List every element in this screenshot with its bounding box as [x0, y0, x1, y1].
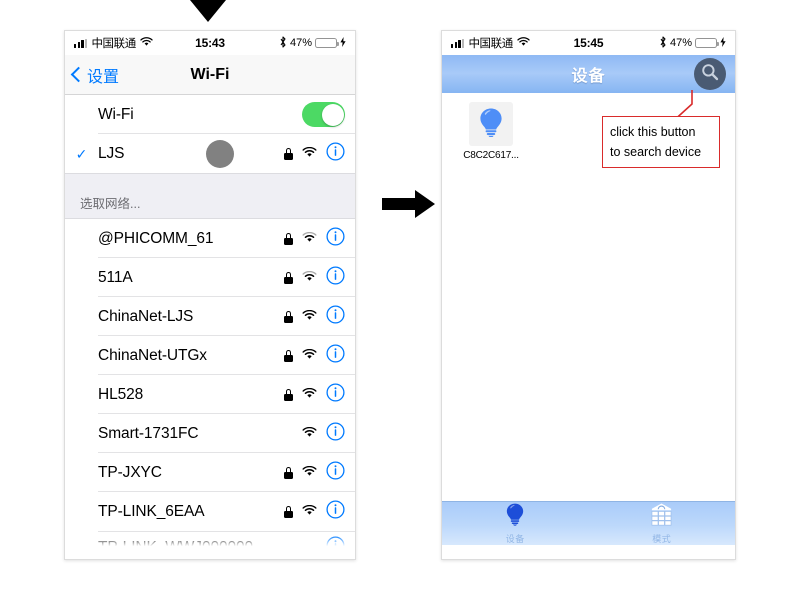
device-tile[interactable]: C8C2C617...: [460, 102, 522, 161]
lock-icon: [284, 271, 293, 284]
wifi-toggle-switch[interactable]: [302, 102, 345, 127]
section-header: 选取网络...: [65, 173, 355, 219]
network-name: Smart-1731FC: [98, 424, 199, 442]
lightbulb-icon: [505, 502, 525, 531]
connected-network-icons: [284, 141, 345, 166]
wifi-signal-icon: [302, 347, 317, 365]
info-icon[interactable]: [326, 460, 345, 485]
network-list: @PHICOMM_61 511A ChinaNet-LJS ChinaNet-U…: [65, 219, 355, 548]
phone-left-wifi-settings: 中国联通 15:43 47% 设置 Wi-Fi Wi-Fi ✓ LJS 选取网络…: [64, 30, 356, 560]
connected-network-row[interactable]: ✓ LJS: [65, 134, 355, 173]
callout-annotation: click this button to search device: [602, 116, 720, 168]
wifi-signal-icon: [302, 269, 317, 287]
battery-percent-label: 47%: [669, 37, 692, 49]
tab-modes[interactable]: 模式: [589, 501, 736, 545]
network-name: ChinaNet-LJS: [98, 307, 194, 325]
wifi-signal-icon: [302, 503, 317, 521]
table-row[interactable]: ChinaNet-LJS: [65, 297, 355, 336]
network-name: HL528: [98, 385, 144, 403]
callout-line-2: to search device: [610, 145, 702, 159]
wifi-toggle-row[interactable]: Wi-Fi: [65, 95, 355, 134]
search-icon: [700, 62, 720, 87]
wifi-signal-icon: [302, 308, 317, 326]
phone-right-device-app: 中国联通 15:45 47% 设备 C8C2C617... 设备 模式: [441, 30, 736, 560]
connected-network-label: LJS: [98, 144, 125, 162]
table-row[interactable]: HL528: [65, 375, 355, 414]
network-name: ChinaNet-UTGx: [98, 346, 207, 364]
status-bar-left: 中国联通 15:43 47%: [65, 31, 355, 55]
lightning-bolt-icon: [340, 36, 346, 50]
tab-devices[interactable]: 设备: [442, 501, 589, 545]
lightbulb-icon: [478, 107, 504, 142]
wifi-signal-icon: [302, 425, 317, 443]
wifi-signal-icon: [302, 386, 317, 404]
table-row[interactable]: TP-JXYC: [65, 453, 355, 492]
info-icon[interactable]: [326, 343, 345, 368]
nav-bar-left: 设置 Wi-Fi: [65, 55, 355, 95]
lock-icon: [284, 388, 293, 401]
network-name: TP-JXYC: [98, 463, 162, 481]
status-bar-right-group: 47%: [279, 35, 346, 51]
network-name: @PHICOMM_61: [98, 229, 214, 247]
app-page-title: 设备: [571, 68, 606, 85]
redaction-dot: [206, 139, 235, 168]
back-button-label: 设置: [87, 68, 120, 86]
info-icon[interactable]: [326, 421, 345, 446]
arrow-down-icon: [190, 0, 226, 22]
lock-icon: [284, 232, 293, 245]
info-icon[interactable]: [326, 499, 345, 524]
network-name: TP-LINK_WWJ000000: [98, 538, 254, 549]
wifi-signal-icon: [302, 464, 317, 482]
info-icon[interactable]: [326, 226, 345, 251]
wifi-signal-icon: [302, 230, 317, 248]
info-icon[interactable]: [326, 304, 345, 329]
lock-icon: [284, 505, 293, 518]
wifi-signal-icon: [302, 145, 317, 163]
wifi-toggle-group: Wi-Fi ✓ LJS: [65, 95, 355, 173]
grid-house-icon: [650, 502, 673, 531]
wifi-toggle-label: Wi-Fi: [98, 105, 134, 123]
nav-bar-right: 设备: [442, 55, 735, 93]
lock-icon: [284, 147, 294, 160]
tab-label: 模式: [652, 533, 672, 544]
tab-label: 设备: [505, 533, 525, 544]
back-button[interactable]: 设置: [70, 63, 120, 87]
info-icon[interactable]: [326, 141, 345, 166]
lock-icon: [284, 466, 293, 479]
screenshot-root: 中国联通 15:43 47% 设置 Wi-Fi Wi-Fi ✓ LJS 选取网络…: [0, 0, 804, 609]
checkmark-icon: ✓: [75, 145, 88, 162]
status-bar-right: 中国联通 15:45 47%: [442, 31, 735, 55]
lightning-bolt-icon: [720, 36, 726, 50]
network-name: TP-LINK_6EAA: [98, 502, 205, 520]
info-icon[interactable]: [326, 382, 345, 407]
arrow-right-icon: [382, 189, 436, 219]
chevron-left-icon: [70, 66, 87, 83]
battery-icon: [695, 37, 719, 49]
table-row[interactable]: TP-LINK_6EAA: [65, 492, 355, 531]
info-icon[interactable]: [326, 265, 345, 290]
lock-icon: [284, 349, 293, 362]
table-row-partial[interactable]: TP-LINK_WWJ000000: [65, 531, 355, 548]
bluetooth-icon: [659, 35, 667, 51]
table-row[interactable]: Smart-1731FC: [65, 414, 355, 453]
device-icon-box: [469, 102, 513, 146]
battery-icon: [315, 37, 339, 49]
table-row[interactable]: 511A: [65, 258, 355, 297]
info-icon[interactable]: [326, 535, 345, 548]
callout-line-1: click this button: [610, 125, 696, 139]
battery-percent-label: 47%: [289, 37, 312, 49]
device-name-label: C8C2C617...: [463, 150, 519, 161]
table-row[interactable]: ChinaNet-UTGx: [65, 336, 355, 375]
status-bar-right-group: 47%: [659, 35, 726, 51]
search-device-button[interactable]: [694, 58, 726, 90]
bluetooth-icon: [279, 35, 287, 51]
lock-icon: [284, 310, 293, 323]
tab-bar: 设备 模式: [442, 501, 735, 545]
table-row[interactable]: @PHICOMM_61: [65, 219, 355, 258]
network-name: 511A: [98, 268, 133, 286]
